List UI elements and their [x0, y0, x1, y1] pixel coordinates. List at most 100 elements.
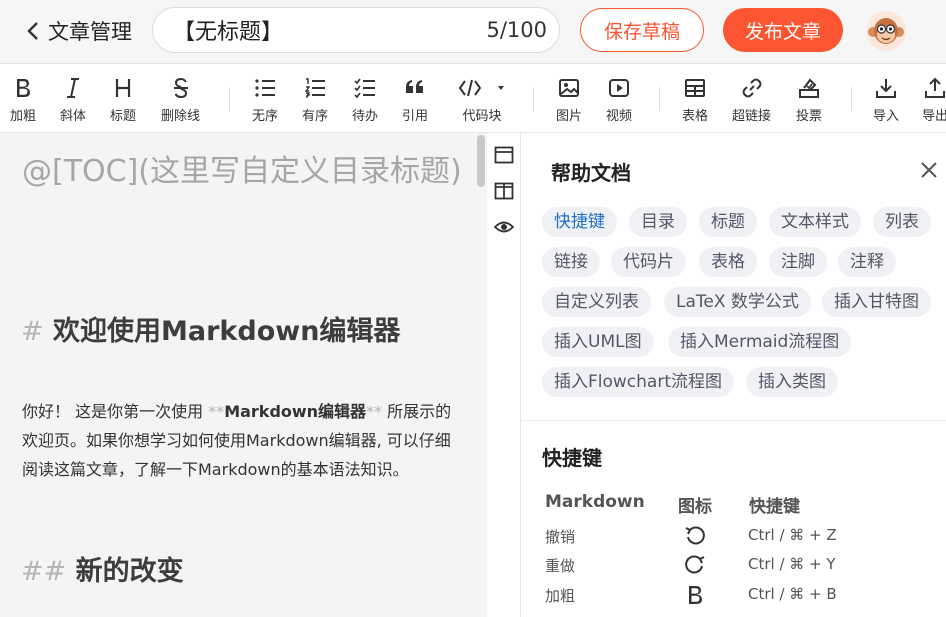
avatar[interactable]	[866, 11, 906, 51]
shortcut-keys: Ctrl / ⌘ + Z	[748, 526, 837, 544]
link-icon	[742, 78, 761, 98]
single-pane-icon	[494, 146, 514, 164]
help-tag-toc[interactable]: 目录	[629, 207, 687, 237]
ordered-list-icon	[304, 78, 325, 99]
help-tag-mermaid[interactable]: 插入Mermaid流程图	[668, 327, 852, 357]
tool-label: 导入	[873, 109, 900, 124]
title-input[interactable]	[173, 17, 487, 43]
shortcuts-title: 快捷键	[542, 446, 602, 470]
help-tag-flowchart[interactable]: 插入Flowchart流程图	[542, 367, 734, 397]
help-tag-text-style[interactable]: 文本样式	[769, 207, 861, 237]
table-icon	[685, 79, 705, 97]
toolbar-divider	[229, 87, 230, 111]
tool-label: 视频	[606, 109, 633, 124]
todo-list-tool[interactable]: 待办	[352, 75, 378, 127]
todo-list-icon	[354, 78, 375, 99]
help-tag-gantt[interactable]: 插入甘特图	[822, 287, 931, 317]
tool-label: 标题	[110, 109, 137, 124]
help-tag-custom-list[interactable]: 自定义列表	[542, 287, 651, 317]
tool-label: 代码块	[462, 109, 502, 124]
toolbar-divider	[659, 87, 660, 111]
heading-text: 新的改变	[75, 556, 184, 587]
help-divider	[521, 420, 946, 421]
strikethrough-tool[interactable]: 删除线	[161, 75, 200, 127]
undo-icon	[685, 526, 705, 545]
video-icon	[609, 79, 629, 97]
help-tag-list[interactable]: 列表	[873, 207, 931, 237]
para-bold-text: Markdown编辑器	[224, 402, 367, 421]
tool-label: 投票	[796, 109, 823, 124]
toolbar-divider	[533, 87, 534, 111]
help-tag-table[interactable]: 表格	[699, 247, 757, 277]
editor-only-view[interactable]	[494, 145, 514, 165]
export-tool[interactable]: 导出	[922, 75, 946, 127]
quote-icon	[406, 80, 423, 93]
import-icon	[876, 79, 896, 98]
header: 文章管理 5/100 保存草稿 发布文章	[0, 0, 946, 64]
help-tag-latex[interactable]: LaTeX 数学公式	[664, 287, 811, 317]
close-icon	[921, 162, 937, 178]
split-view[interactable]	[494, 181, 514, 201]
tool-label: 图片	[556, 109, 583, 124]
unordered-list-tool[interactable]: 无序	[252, 75, 278, 127]
close-help-button[interactable]	[919, 160, 939, 180]
tool-label: 引用	[402, 109, 429, 124]
shortcut-name: 撤销	[545, 528, 576, 546]
quote-tool[interactable]: 引用	[402, 75, 428, 127]
help-tag-code[interactable]: 代码片	[611, 247, 686, 277]
export-icon	[925, 77, 945, 98]
import-tool[interactable]: 导入	[873, 75, 899, 127]
tool-label: 无序	[252, 109, 279, 124]
tool-label: 加粗	[10, 109, 37, 124]
video-tool[interactable]: 视频	[606, 75, 632, 127]
code-block-tool[interactable]: 代码块	[458, 75, 506, 127]
tool-label: 待办	[352, 109, 379, 124]
help-tag-shortcuts[interactable]: 快捷键	[542, 207, 617, 237]
tool-label: 有序	[302, 109, 329, 124]
help-tag-heading[interactable]: 标题	[699, 207, 757, 237]
shortcut-keys: Ctrl / ⌘ + Y	[748, 555, 836, 573]
heading-icon	[115, 79, 131, 97]
help-tag-comment[interactable]: 注释	[838, 247, 896, 277]
editor-paragraph: 你好！ 这是你第一次使用 **Markdown编辑器** 所展示的欢迎页。如果你…	[22, 397, 462, 484]
column-header-markdown: Markdown	[545, 492, 645, 512]
markdown-editor[interactable]: @[TOC](这里写自定义目录标题) # 欢迎使用Markdown编辑器 你好！…	[0, 133, 487, 617]
tool-label: 表格	[682, 109, 709, 124]
image-tool[interactable]: 图片	[556, 75, 582, 127]
editor-scrollbar[interactable]	[477, 135, 485, 187]
bold-icon	[689, 586, 702, 604]
publish-button[interactable]: 发布文章	[723, 8, 843, 52]
column-header-icon: 图标	[678, 497, 712, 517]
help-title: 帮助文档	[551, 161, 631, 185]
image-icon	[559, 79, 579, 97]
shortcut-name: 重做	[545, 557, 576, 575]
shortcut-keys: Ctrl / ⌘ + B	[748, 585, 837, 603]
ordered-list-tool[interactable]: 有序	[302, 75, 328, 127]
monkey-avatar-icon	[866, 11, 906, 51]
help-tag-uml[interactable]: 插入UML图	[542, 327, 654, 357]
vote-icon	[799, 78, 819, 98]
heading-tool[interactable]: 标题	[110, 75, 136, 127]
tool-label: 超链接	[732, 109, 772, 124]
formatting-toolbar: 加粗 斜体 标题 删除线 无序 有序 待办 引用 代码块 图片 视频 表格 超链…	[0, 65, 946, 133]
bold-icon	[17, 79, 30, 97]
heading-mark: #	[21, 316, 44, 347]
title-field[interactable]: 5/100	[152, 7, 560, 53]
help-tag-class-diagram[interactable]: 插入类图	[746, 367, 838, 397]
bold-tool[interactable]: 加粗	[10, 75, 36, 127]
back-to-article-management[interactable]: 文章管理	[26, 14, 132, 48]
table-tool[interactable]: 表格	[682, 75, 708, 127]
editor-heading-1: # 欢迎使用Markdown编辑器	[21, 309, 400, 348]
vote-tool[interactable]: 投票	[796, 75, 822, 127]
heading-mark: ##	[21, 556, 67, 587]
save-draft-button[interactable]: 保存草稿	[580, 8, 704, 52]
strikethrough-icon	[173, 77, 188, 99]
tool-label: 斜体	[60, 109, 87, 124]
column-header-shortcut: 快捷键	[749, 497, 800, 517]
preview-view[interactable]	[493, 217, 515, 237]
link-tool[interactable]: 超链接	[732, 75, 771, 127]
code-block-icon	[458, 79, 504, 97]
help-tag-link[interactable]: 链接	[542, 247, 600, 277]
help-tag-footnote[interactable]: 注脚	[769, 247, 827, 277]
italic-tool[interactable]: 斜体	[60, 75, 86, 127]
